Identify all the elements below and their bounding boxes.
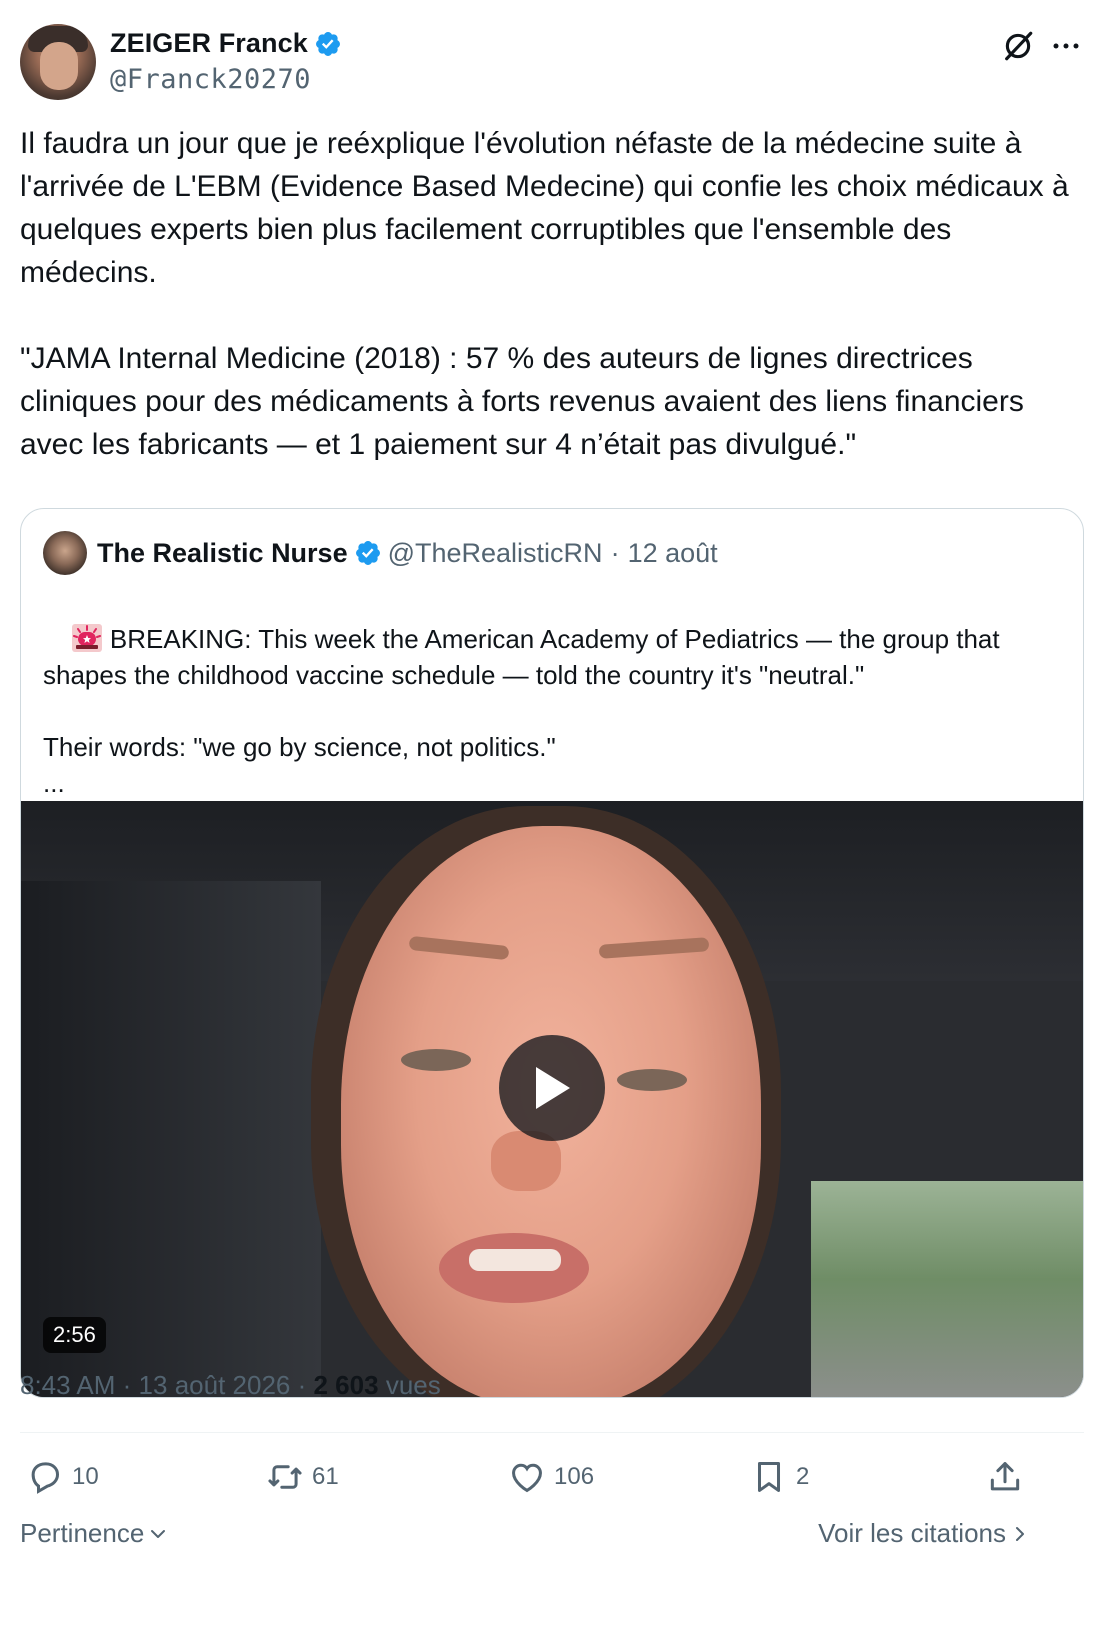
grok-icon[interactable] [1000, 28, 1036, 64]
video-eye-right [617, 1069, 687, 1091]
meta-separator: · [122, 1370, 132, 1400]
sort-dropdown[interactable]: Pertinence [20, 1518, 168, 1549]
like-count: 106 [554, 1463, 595, 1490]
divider [20, 1432, 1084, 1433]
play-button[interactable] [499, 1035, 605, 1141]
verified-badge-icon [315, 31, 340, 56]
quoted-author-name: The Realistic Nurse [97, 537, 348, 568]
rotating-light-icon [71, 624, 102, 652]
tweet-header: ZEIGER Franck @Franck20270 [20, 24, 1084, 100]
repost-button[interactable]: 61 [266, 1452, 339, 1502]
ellipsis-icon [1053, 43, 1079, 49]
bookmark-button[interactable]: 2 [750, 1452, 809, 1502]
quoted-author-handle: @TheRealisticRN [387, 537, 603, 568]
action-bar: 10 61 106 2 [20, 1452, 1084, 1502]
meta-separator: · [610, 537, 620, 568]
author-name-row[interactable]: ZEIGER Franck [110, 28, 342, 59]
share-button[interactable] [986, 1452, 1032, 1502]
play-icon [536, 1067, 570, 1109]
tweet-text: Il faudra un jour que je reéxplique l'év… [20, 127, 1069, 461]
video-duration: 2:56 [43, 1317, 106, 1353]
chevron-right-icon [1016, 1526, 1024, 1541]
verified-badge-icon [355, 541, 380, 565]
chevron-down-icon [151, 1529, 166, 1538]
repost-icon [268, 1465, 302, 1489]
author-name[interactable]: ZEIGER Franck [110, 28, 308, 59]
repost-count: 61 [312, 1463, 339, 1490]
quoted-text-block: BREAKING: This week the American Academy… [43, 585, 1063, 837]
sort-label: Pertinence [20, 1518, 145, 1548]
quoted-date: 12 août [627, 537, 718, 568]
view-quotes-link[interactable]: Voir les citations [818, 1518, 1030, 1549]
view-quotes-label: Voir les citations [818, 1518, 1006, 1548]
video-teeth [469, 1249, 561, 1271]
meta-separator: · [297, 1370, 307, 1400]
quoted-tweet[interactable]: The Realistic Nurse @TheRealisticRN · 12… [20, 508, 1084, 1398]
video-eye-left [401, 1049, 471, 1071]
reply-icon [31, 1462, 60, 1494]
tweet-date[interactable]: 13 août 2026 [139, 1370, 291, 1400]
like-button[interactable]: 106 [508, 1452, 594, 1502]
quoted-author-avatar [43, 531, 87, 575]
reply-button[interactable]: 10 [26, 1452, 99, 1502]
share-icon [990, 1462, 1020, 1491]
grok-slash-icon [1005, 31, 1033, 61]
video-player[interactable]: 2:56 [21, 801, 1083, 1397]
author-avatar[interactable] [20, 24, 96, 100]
quoted-tweet-header: The Realistic Nurse @TheRealisticRN · 12… [43, 531, 718, 575]
quoted-text: BREAKING: This week the American Academy… [43, 624, 1000, 798]
views-label: vues [385, 1370, 441, 1400]
author-handle[interactable]: @Franck20270 [110, 64, 311, 95]
bookmark-count: 2 [796, 1463, 810, 1490]
video-car-window [811, 1181, 1083, 1397]
heart-icon [512, 1463, 542, 1493]
reply-count: 10 [72, 1463, 99, 1490]
tweet-meta: 8:43 AM · 13 août 2026 · 2 603 vues [20, 1370, 441, 1401]
tweet-time[interactable]: 8:43 AM [20, 1370, 115, 1400]
views-count: 2 603 [313, 1370, 379, 1400]
bookmark-icon [757, 1462, 781, 1492]
more-options-icon[interactable] [1048, 28, 1084, 64]
